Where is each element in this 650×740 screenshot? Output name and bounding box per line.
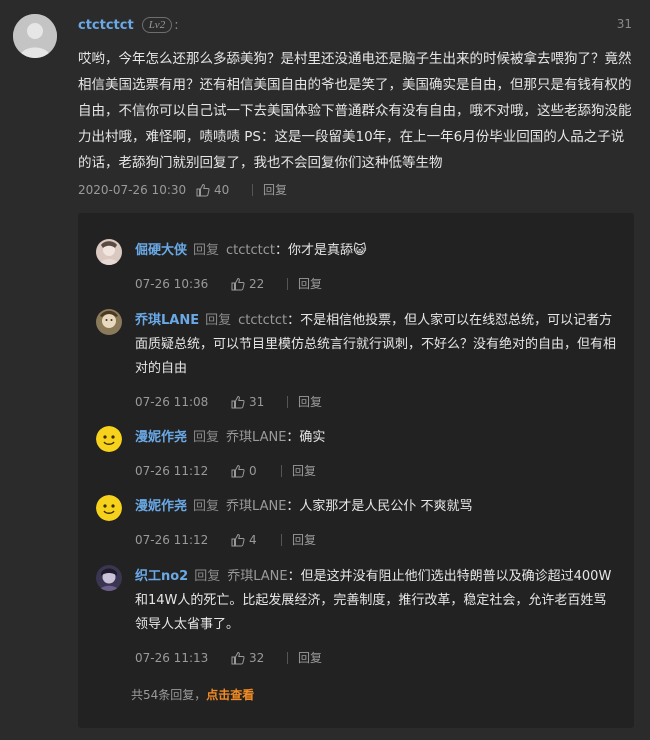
reply-line: 倔硬大侠 回复 ctctctct：你才是真舔😺 xyxy=(135,239,616,263)
reply-target[interactable]: ctctctct xyxy=(226,243,275,258)
divider xyxy=(287,651,288,664)
thumbs-up-icon xyxy=(231,395,245,408)
cat-emoji-icon: 😺 xyxy=(353,243,367,258)
reply-text: 人家那才是人民公仆 不爽就骂 xyxy=(299,499,473,514)
like-button[interactable]: 0 xyxy=(231,464,281,478)
reply-meta: 07-26 11:08 31 回复 xyxy=(135,393,322,410)
reply-colon: ： xyxy=(286,499,300,514)
reply-target[interactable]: ctctctct xyxy=(238,313,287,328)
like-count: 22 xyxy=(249,276,265,291)
reply-word: 回复 xyxy=(193,430,220,445)
avatar[interactable] xyxy=(13,14,57,58)
avatar[interactable] xyxy=(96,239,122,265)
reply-colon: ： xyxy=(287,313,301,328)
timestamp: 07-26 11:12 xyxy=(135,532,209,547)
avatar[interactable] xyxy=(96,565,122,591)
like-button[interactable]: 32 xyxy=(231,651,287,665)
comment-text: 哎哟，今年怎么还那么多舔美狗？是村里还没通电还是脑子生出来的时候被拿去喂狗了？竟… xyxy=(78,51,632,171)
like-button[interactable]: 40 xyxy=(196,183,252,197)
like-button[interactable]: 22 xyxy=(231,277,287,291)
user-avatar-icon xyxy=(96,309,122,335)
timestamp: 07-26 10:36 xyxy=(135,276,209,291)
reply-button[interactable]: 回复 xyxy=(298,393,322,410)
thumbs-up-icon xyxy=(231,277,245,290)
divider xyxy=(252,183,253,196)
thumbs-up-icon xyxy=(231,464,245,477)
reply-button[interactable]: 回复 xyxy=(298,275,322,292)
divider xyxy=(287,395,288,408)
thumbs-up-icon xyxy=(231,533,245,546)
reply-colon: ： xyxy=(287,569,301,584)
level-badge: Lv2 xyxy=(141,17,173,33)
reply-target[interactable]: 乔琪LANE xyxy=(226,499,286,514)
like-count: 0 xyxy=(249,463,257,478)
reply-word: 回复 xyxy=(193,499,220,514)
comment-author: ctctctct Lv2 : xyxy=(78,14,179,36)
like-button[interactable]: 31 xyxy=(231,395,287,409)
reply-username[interactable]: 倔硬大侠 xyxy=(135,243,187,258)
avatar[interactable] xyxy=(96,495,122,521)
like-count: 32 xyxy=(249,650,265,665)
reply-button[interactable]: 回复 xyxy=(263,181,287,198)
timestamp: 07-26 11:08 xyxy=(135,394,209,409)
comment-meta: 2020-07-26 10:30 40 回复 xyxy=(78,181,287,198)
floor-number: 31 xyxy=(616,17,632,31)
timestamp: 2020-07-26 10:30 xyxy=(78,182,187,197)
reply-meta: 07-26 10:36 22 回复 xyxy=(135,275,322,292)
reply-line: 织工no2 回复 乔琪LANE：但是这并没有阻止他们选出特朗普以及确诊超过400W和… xyxy=(135,565,616,637)
reply-count-text: 共54条回复， xyxy=(131,688,207,702)
smiley-avatar-icon xyxy=(96,426,122,452)
colon: : xyxy=(174,17,179,33)
reply-meta: 07-26 11:13 32 回复 xyxy=(135,649,322,666)
default-user-avatar-icon xyxy=(13,14,57,58)
username[interactable]: ctctctct xyxy=(78,18,134,33)
reply-line: 漫妮作尧 回复 乔琪LANE：人家那才是人民公仆 不爽就骂 xyxy=(135,495,616,519)
divider xyxy=(281,533,282,546)
timestamp: 07-26 11:13 xyxy=(135,650,209,665)
reply-target[interactable]: 乔琪LANE xyxy=(227,569,287,584)
avatar[interactable] xyxy=(96,426,122,452)
thumbs-up-icon xyxy=(196,183,210,196)
reply-target[interactable]: 乔琪LANE xyxy=(226,430,286,445)
reply-word: 回复 xyxy=(194,569,221,584)
view-more-link[interactable]: 点击查看 xyxy=(206,688,254,702)
like-button[interactable]: 4 xyxy=(231,533,281,547)
reply-container: 倔硬大侠 回复 ctctctct：你才是真舔😺 07-26 10:36 22 回复 … xyxy=(78,213,634,728)
reply-username[interactable]: 漫妮作尧 xyxy=(135,499,187,514)
reply-word: 回复 xyxy=(193,243,220,258)
reply-colon: ： xyxy=(286,430,300,445)
user-avatar-icon xyxy=(96,239,122,265)
reply-meta: 07-26 11:12 0 回复 xyxy=(135,462,316,479)
reply-line: 乔琪LANE 回复 ctctctct：不是相信他投票，但人家可以在线怼总统，可以记者… xyxy=(135,309,616,381)
reply-line: 漫妮作尧 回复 乔琪LANE：确实 xyxy=(135,426,616,450)
reply-username[interactable]: 漫妮作尧 xyxy=(135,430,187,445)
reply-button[interactable]: 回复 xyxy=(292,531,316,548)
reply-text: 确实 xyxy=(299,430,326,445)
timestamp: 07-26 11:12 xyxy=(135,463,209,478)
reply-text: 你才是真舔 xyxy=(288,243,354,258)
smiley-avatar-icon xyxy=(96,495,122,521)
like-count: 4 xyxy=(249,532,257,547)
reply-button[interactable]: 回复 xyxy=(292,462,316,479)
user-avatar-icon xyxy=(96,565,122,591)
avatar[interactable] xyxy=(96,309,122,335)
like-count: 40 xyxy=(214,182,230,197)
divider xyxy=(287,277,288,290)
reply-word: 回复 xyxy=(205,313,232,328)
more-replies: 共54条回复，点击查看 xyxy=(131,686,254,703)
thumbs-up-icon xyxy=(231,651,245,664)
divider xyxy=(281,464,282,477)
reply-meta: 07-26 11:12 4 回复 xyxy=(135,531,316,548)
like-count: 31 xyxy=(249,394,265,409)
reply-colon: ： xyxy=(275,243,289,258)
reply-button[interactable]: 回复 xyxy=(298,649,322,666)
reply-username[interactable]: 织工no2 xyxy=(135,569,188,584)
reply-username[interactable]: 乔琪LANE xyxy=(135,313,199,328)
